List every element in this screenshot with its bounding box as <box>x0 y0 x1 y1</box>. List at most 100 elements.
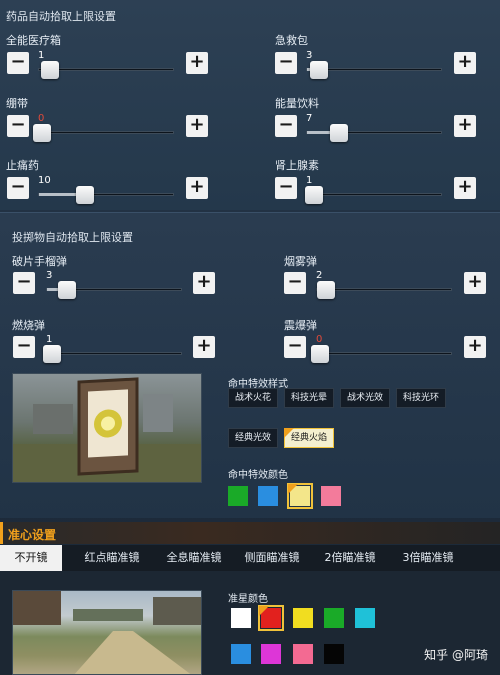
molotov-minus-button[interactable]: − <box>13 336 35 358</box>
stun-grenade-plus-button[interactable]: + <box>464 336 486 358</box>
bandage-value: 0 <box>38 113 45 124</box>
smoke-grenade-label: 烟雾弹 <box>284 255 317 268</box>
adrenaline-label: 肾上腺素 <box>275 159 319 172</box>
smoke-grenade-slider[interactable] <box>316 281 452 299</box>
hit-style-option-5[interactable]: 经典光效 <box>228 428 278 448</box>
adrenaline-slider[interactable] <box>304 186 442 204</box>
bandage-slider-thumb[interactable] <box>32 124 51 142</box>
energy-drink-label: 能量饮料 <box>275 97 319 110</box>
crosshair-color-cyan[interactable] <box>355 608 375 628</box>
bandage-slider[interactable] <box>32 124 174 142</box>
frag-grenade-value: 3 <box>46 270 53 281</box>
hit-color-yellow-selected[interactable] <box>287 483 313 509</box>
painkiller-label: 止痛药 <box>6 159 39 172</box>
adrenaline-value: 1 <box>306 175 313 186</box>
medicine-section-title: 药品自动拾取上限设置 <box>6 10 116 23</box>
hit-style-option-3[interactable]: 战术光效 <box>340 388 390 408</box>
first-aid-slider-thumb[interactable] <box>310 61 329 79</box>
crosshair-color-white[interactable] <box>231 608 251 628</box>
painkiller-slider[interactable] <box>38 186 174 204</box>
tab-2x-scope[interactable]: 2倍瞄准镜 <box>312 545 388 571</box>
first-aid-slider[interactable] <box>306 61 442 79</box>
crosshair-color-magenta[interactable] <box>261 644 281 664</box>
medkit-slider[interactable] <box>38 61 174 79</box>
hit-color-label: 命中特效颜色 <box>228 470 288 481</box>
molotov-slider-thumb[interactable] <box>43 345 62 363</box>
adrenaline-minus-button[interactable]: − <box>275 177 297 199</box>
frag-grenade-slider[interactable] <box>46 281 182 299</box>
hit-effect-preview-scene <box>13 377 201 482</box>
hit-style-option-4[interactable]: 科技光环 <box>396 388 446 408</box>
medkit-plus-button[interactable]: + <box>186 52 208 74</box>
stun-grenade-slider-thumb[interactable] <box>310 345 329 363</box>
first-aid-value: 3 <box>306 50 313 61</box>
hit-style-option-2[interactable]: 科技光晕 <box>284 388 334 408</box>
energy-drink-slider[interactable] <box>306 124 442 142</box>
selected-corner-mark <box>284 428 294 438</box>
molotov-value: 1 <box>46 334 53 345</box>
hit-color-pink[interactable] <box>321 486 341 506</box>
hit-style-option-1[interactable]: 战术火花 <box>228 388 278 408</box>
crosshair-color-pink[interactable] <box>293 644 313 664</box>
hit-style-option-selected[interactable]: 经典火焰 <box>284 428 334 448</box>
stun-grenade-slider[interactable] <box>310 345 452 363</box>
crosshair-color-label: 准星颜色 <box>228 594 268 605</box>
smoke-grenade-minus-button[interactable]: − <box>284 272 306 294</box>
stun-grenade-value: 0 <box>316 334 323 345</box>
tab-side-scope[interactable]: 侧面瞄准镜 <box>234 545 310 571</box>
hit-style-option-6-label: 经典火焰 <box>290 433 327 443</box>
first-aid-minus-button[interactable]: − <box>275 52 297 74</box>
painkiller-value: 10 <box>38 175 51 186</box>
energy-drink-plus-button[interactable]: + <box>454 115 476 137</box>
hit-color-blue[interactable] <box>258 486 278 506</box>
crosshair-color-yellow[interactable] <box>293 608 313 628</box>
energy-drink-minus-button[interactable]: − <box>275 115 297 137</box>
frag-grenade-slider-thumb[interactable] <box>58 281 77 299</box>
scope-tabs: 不开镜 红点瞄准镜 全息瞄准镜 侧面瞄准镜 2倍瞄准镜 3倍瞄准镜 <box>0 545 500 571</box>
tab-no-scope[interactable]: 不开镜 <box>0 545 62 571</box>
molotov-slider[interactable] <box>43 345 182 363</box>
medkit-minus-button[interactable]: − <box>7 52 29 74</box>
painkiller-minus-button[interactable]: − <box>7 177 29 199</box>
first-aid-label: 急救包 <box>275 34 308 47</box>
medicine-panel: 药品自动拾取上限设置 全能医疗箱 − 1 + 急救包 − 3 + 绷带 − 0 … <box>0 0 500 210</box>
tab-3x-scope[interactable]: 3倍瞄准镜 <box>390 545 466 571</box>
crosshair-color-red-selected[interactable] <box>258 605 284 631</box>
crosshair-color-blue[interactable] <box>231 644 251 664</box>
smoke-grenade-slider-thumb[interactable] <box>317 281 336 299</box>
molotov-label: 燃烧弹 <box>12 319 45 332</box>
tab-red-dot[interactable]: 红点瞄准镜 <box>74 545 150 571</box>
bandage-label: 绷带 <box>6 97 28 110</box>
frag-grenade-plus-button[interactable]: + <box>193 272 215 294</box>
frag-grenade-label: 破片手榴弹 <box>12 255 67 268</box>
hit-effect-preview <box>12 373 202 483</box>
stun-grenade-minus-button[interactable]: − <box>284 336 306 358</box>
stun-grenade-label: 震爆弹 <box>284 319 317 332</box>
energy-drink-value: 7 <box>306 113 313 124</box>
smoke-grenade-plus-button[interactable]: + <box>464 272 486 294</box>
molotov-plus-button[interactable]: + <box>193 336 215 358</box>
first-aid-plus-button[interactable]: + <box>454 52 476 74</box>
crosshair-header: 准心设置 <box>0 522 500 544</box>
watermark: 知乎 @阿琦 <box>424 648 488 662</box>
crosshair-header-accent <box>0 522 3 544</box>
medkit-label: 全能医疗箱 <box>6 34 61 47</box>
selected-corner-mark <box>259 606 269 616</box>
bandage-plus-button[interactable]: + <box>186 115 208 137</box>
painkiller-slider-thumb[interactable] <box>75 186 94 204</box>
energy-drink-slider-thumb[interactable] <box>330 124 349 142</box>
medkit-slider-thumb[interactable] <box>40 61 59 79</box>
tab-holographic[interactable]: 全息瞄准镜 <box>156 545 232 571</box>
crosshair-preview <box>12 590 202 675</box>
painkiller-plus-button[interactable]: + <box>186 177 208 199</box>
crosshair-color-green[interactable] <box>324 608 344 628</box>
throwables-section-title: 投掷物自动拾取上限设置 <box>12 231 133 244</box>
crosshair-color-black[interactable] <box>324 644 344 664</box>
bandage-minus-button[interactable]: − <box>7 115 29 137</box>
crosshair-preview-scene <box>13 591 201 674</box>
hit-color-green[interactable] <box>228 486 248 506</box>
adrenaline-plus-button[interactable]: + <box>454 177 476 199</box>
adrenaline-slider-thumb[interactable] <box>304 186 323 204</box>
medkit-value: 1 <box>38 50 45 61</box>
frag-grenade-minus-button[interactable]: − <box>13 272 35 294</box>
